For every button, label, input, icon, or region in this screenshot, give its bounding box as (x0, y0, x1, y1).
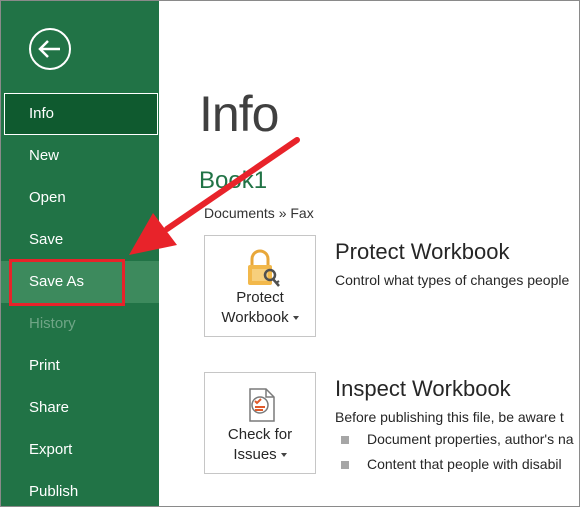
excel-backstage-window: Info New Open Save Save As History Print… (0, 0, 580, 507)
red-pointer-arrow-icon (129, 137, 300, 255)
